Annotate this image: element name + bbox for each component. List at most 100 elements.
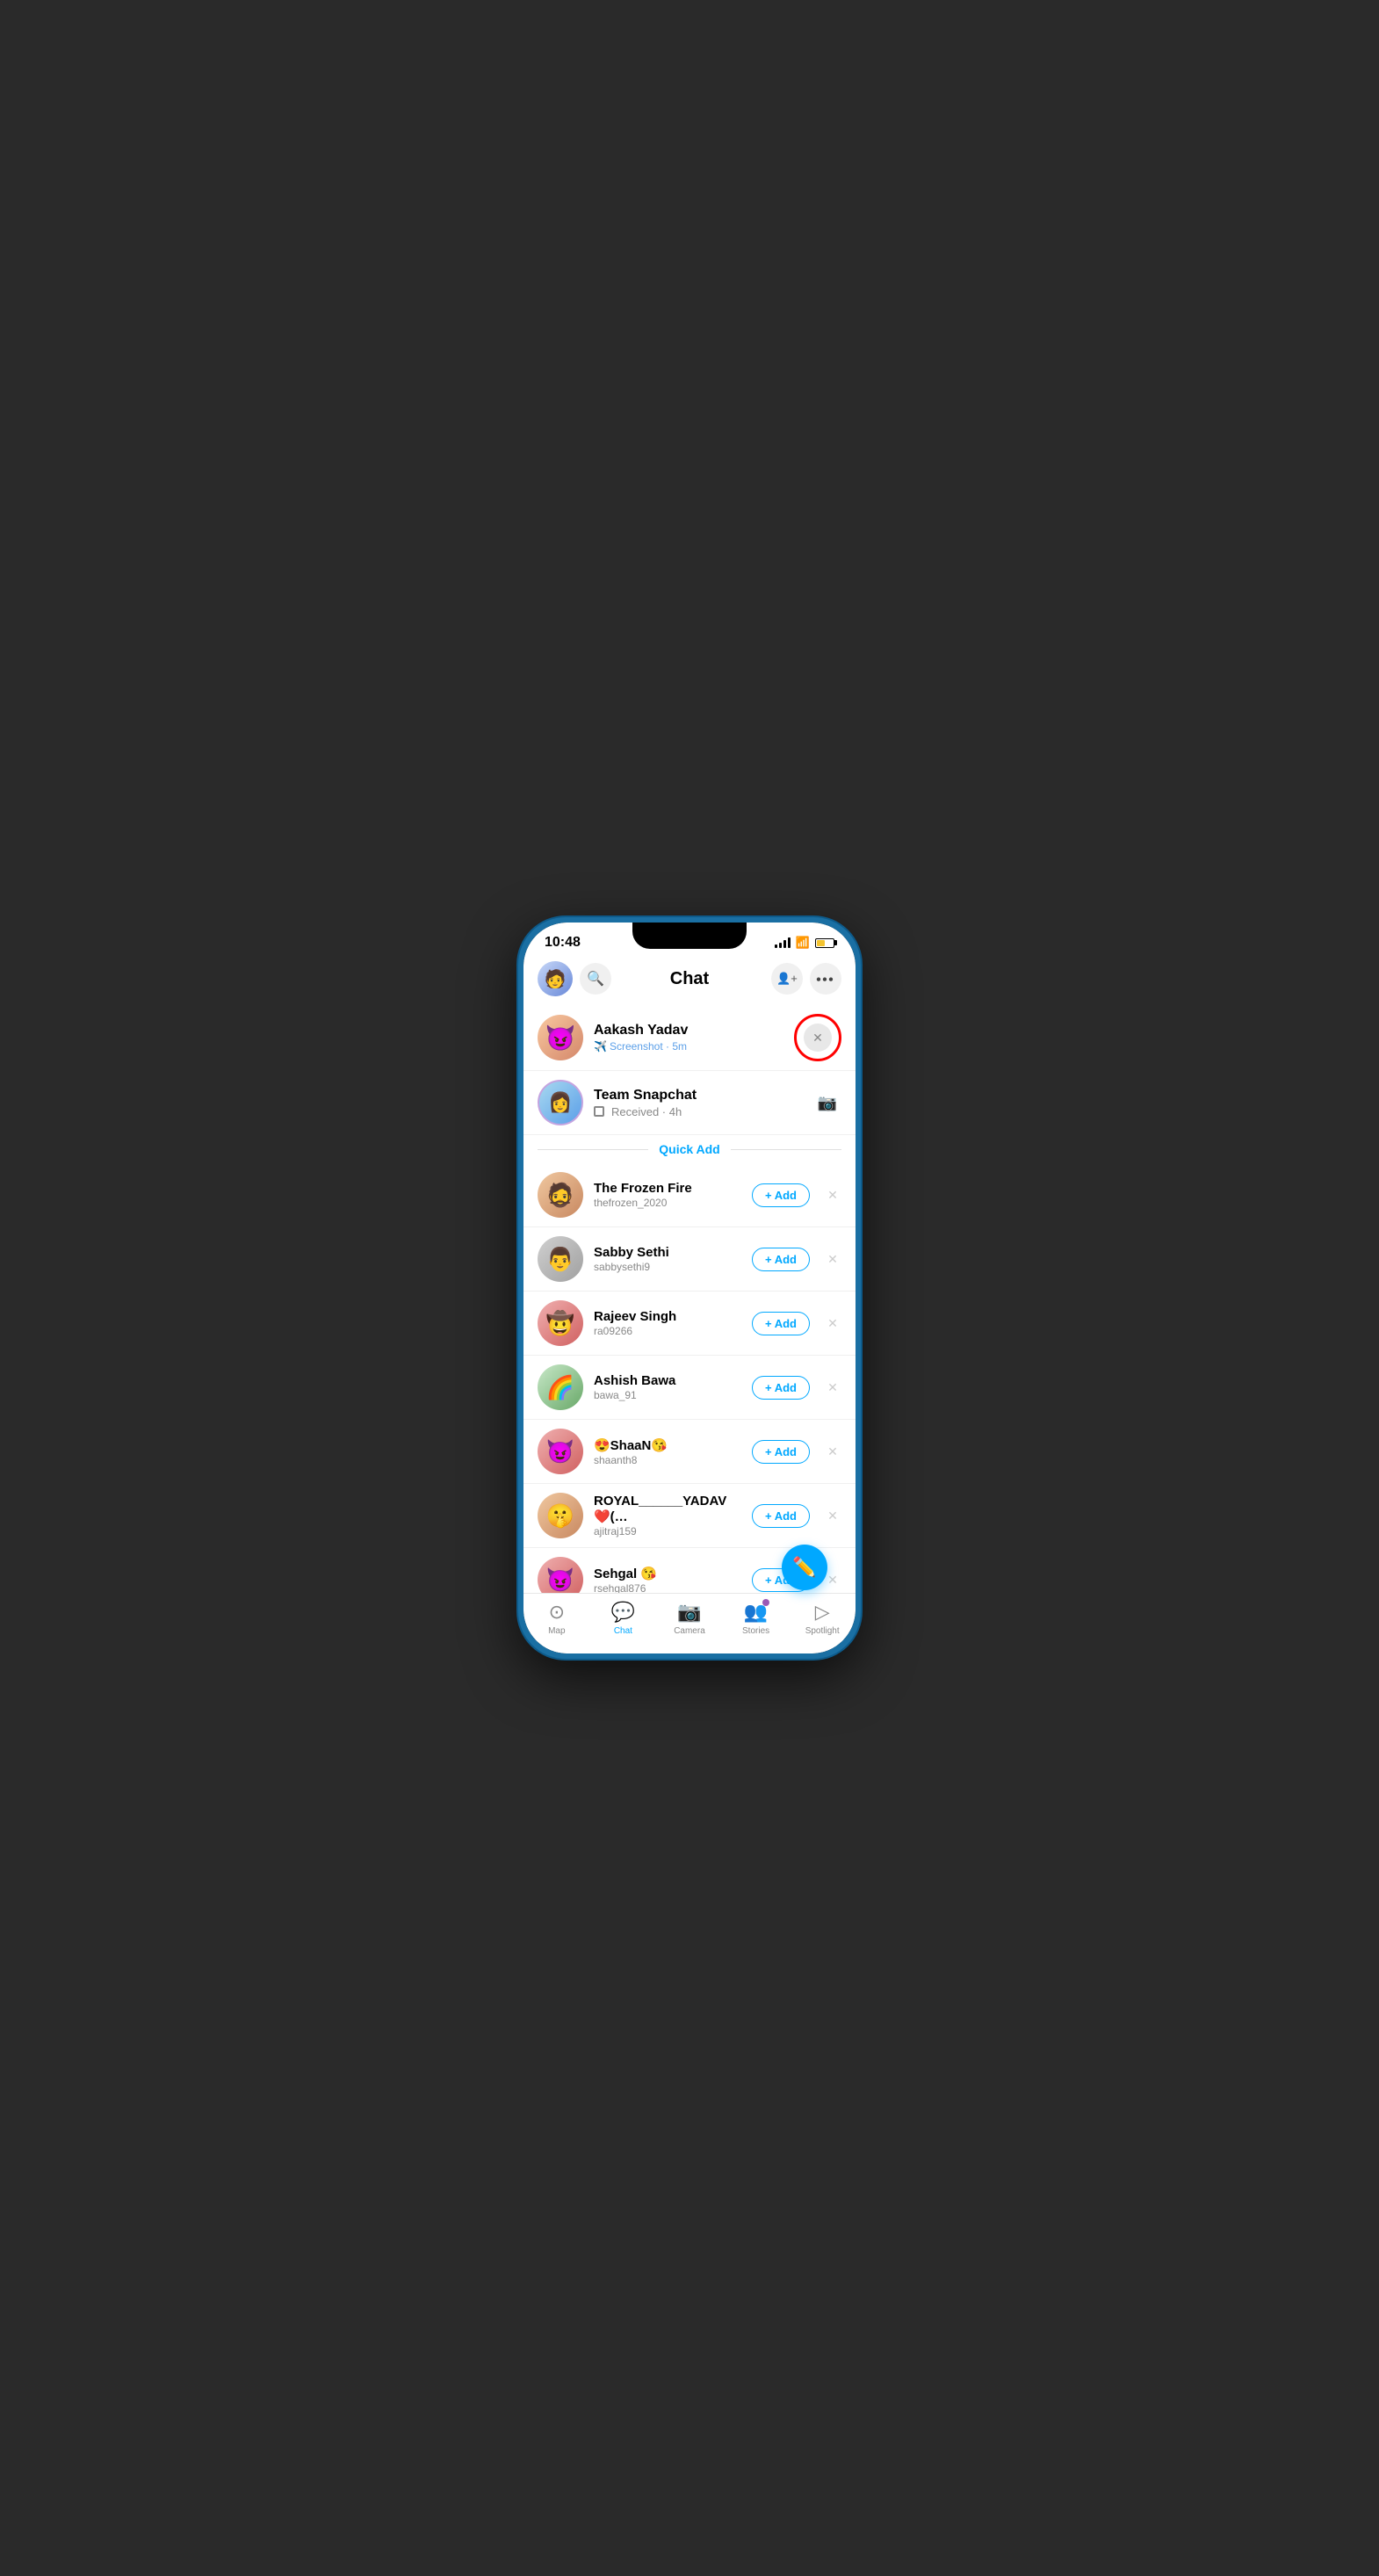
username-shaan: shaanth8 [594,1454,741,1466]
chat-item-team-snapchat[interactable]: 👩 Team Snapchat Received · 4h 📷 [523,1071,856,1135]
dismiss-button-2[interactable]: ✕ [824,1314,841,1332]
chat-info-team-snapchat: Team Snapchat Received · 4h [594,1088,803,1118]
nav-item-map[interactable]: ⊙ Map [523,1601,590,1636]
quick-add-item-2[interactable]: 🤠 Rajeev Singh ra09266 + Add ✕ [523,1292,856,1356]
snap-received-icon [594,1106,604,1117]
compose-icon: ✏️ [792,1556,816,1579]
wifi-icon: 📶 [796,936,810,950]
info-shaan: 😍ShaaN😘 shaanth8 [594,1437,741,1466]
name-sabby-sethi: Sabby Sethi [594,1245,741,1260]
nav-item-chat[interactable]: 💬 Chat [590,1601,657,1636]
add-button-2[interactable]: + Add [752,1312,810,1335]
name-frozen-fire: The Frozen Fire [594,1181,741,1196]
chat-right-team-snapchat: 📷 [813,1089,841,1117]
info-frozen-fire: The Frozen Fire thefrozen_2020 [594,1181,741,1209]
add-button-4[interactable]: + Add [752,1440,810,1464]
username-ashish-bawa: bawa_91 [594,1389,741,1401]
chat-item-aakash[interactable]: 😈 Aakash Yadav ✈️ Screenshot · 5m ✕ [523,1005,856,1071]
info-sabby-sethi: Sabby Sethi sabbysethi9 [594,1245,741,1273]
quick-add-item-5[interactable]: 🤫 ROYAL______YADAV❤️(… ajitraj159 + Add … [523,1484,856,1548]
map-icon: ⊙ [549,1601,565,1624]
name-royal-yadav: ROYAL______YADAV❤️(… [594,1494,741,1524]
quick-add-label: Quick Add [659,1142,720,1156]
add-button-5[interactable]: + Add [752,1504,810,1528]
info-sehgal: Sehgal 😘 rsehgal876 [594,1566,741,1594]
camera-nav-icon: 📷 [677,1601,701,1624]
chat-info-aakash: Aakash Yadav ✈️ Screenshot · 5m [594,1023,783,1053]
avatar-frozen-fire: 🧔 [538,1172,583,1218]
quick-add-item-1[interactable]: 👨 Sabby Sethi sabbysethi9 + Add ✕ [523,1227,856,1292]
spotlight-icon: ▷ [815,1601,830,1624]
camera-icon: 📷 [818,1094,837,1112]
status-icons: 📶 [775,936,834,950]
close-red-circle[interactable]: ✕ [794,1014,841,1061]
add-button-0[interactable]: + Add [752,1183,810,1207]
search-icon: 🔍 [587,970,604,988]
add-button-3[interactable]: + Add [752,1376,810,1400]
header-title: Chat [670,969,709,989]
chat-name-aakash: Aakash Yadav [594,1023,783,1038]
search-button[interactable]: 🔍 [580,963,611,995]
avatar-rajeev-singh: 🤠 [538,1300,583,1346]
chat-name-team-snapchat: Team Snapchat [594,1088,803,1103]
username-royal-yadav: ajitraj159 [594,1525,741,1538]
camera-button[interactable]: 📷 [813,1089,841,1117]
more-icon: ⚫⚫⚫ [817,977,835,981]
dismiss-button-4[interactable]: ✕ [824,1443,841,1460]
quick-add-item-4[interactable]: 😈 😍ShaaN😘 shaanth8 + Add ✕ [523,1420,856,1484]
dismiss-button-3[interactable]: ✕ [824,1378,841,1396]
more-options-button[interactable]: ⚫⚫⚫ [810,963,841,995]
chat-sub-text-team: Received · 4h [611,1105,682,1118]
x-icon: ✕ [812,1031,823,1046]
info-rajeev-singh: Rajeev Singh ra09266 [594,1309,741,1337]
quick-add-header: Quick Add [523,1135,856,1163]
nav-label-camera: Camera [674,1626,705,1636]
nav-label-stories: Stories [742,1626,769,1636]
stories-dot [762,1599,769,1606]
nav-label-chat: Chat [614,1626,632,1636]
nav-label-spotlight: Spotlight [805,1626,840,1636]
quick-add-item-3[interactable]: 🌈 Ashish Bawa bawa_91 + Add ✕ [523,1356,856,1420]
divider-left [538,1149,648,1150]
battery-icon [815,938,834,948]
chat-sub-text-aakash: Screenshot · 5m [610,1040,687,1053]
info-ashish-bawa: Ashish Bawa bawa_91 [594,1373,741,1401]
divider-right [731,1149,841,1150]
avatar[interactable]: 🧑 [538,961,573,996]
bottom-nav: ⊙ Map 💬 Chat 📷 Camera [523,1593,856,1653]
dismiss-button-0[interactable]: ✕ [824,1186,841,1204]
nav-label-map: Map [548,1626,565,1636]
phone-frame: 10:48 📶 🧑 [518,917,861,1659]
name-rajeev-singh: Rajeev Singh [594,1309,741,1324]
status-time: 10:48 [545,935,581,951]
nav-item-stories[interactable]: 👥 Stories [723,1601,790,1636]
chat-right-aakash: ✕ [794,1014,841,1061]
chat-sub-team-snapchat: Received · 4h [594,1105,803,1118]
nav-item-camera[interactable]: 📷 Camera [656,1601,723,1636]
close-inner: ✕ [804,1024,832,1052]
nav-item-spotlight[interactable]: ▷ Spotlight [789,1601,856,1636]
dismiss-button-1[interactable]: ✕ [824,1250,841,1268]
add-friend-icon: 👤+ [776,972,798,986]
chat-sub-aakash: ✈️ Screenshot · 5m [594,1040,783,1053]
avatar-aakash: 😈 [538,1015,583,1060]
quick-add-item-0[interactable]: 🧔 The Frozen Fire thefrozen_2020 + Add ✕ [523,1163,856,1227]
header: 🧑 🔍 Chat 👤+ ⚫⚫⚫ [523,954,856,1005]
header-left: 🧑 🔍 [538,961,611,996]
avatar-ashish-bawa: 🌈 [538,1364,583,1410]
name-shaan: 😍ShaaN😘 [594,1437,741,1453]
name-sehgal: Sehgal 😘 [594,1566,741,1581]
avatar-sehgal: 😈 [538,1557,583,1593]
add-friend-button[interactable]: 👤+ [771,963,803,995]
info-royal-yadav: ROYAL______YADAV❤️(… ajitraj159 [594,1494,741,1538]
header-right: 👤+ ⚫⚫⚫ [771,963,841,995]
chat-icon: 💬 [611,1601,635,1624]
name-ashish-bawa: Ashish Bawa [594,1373,741,1388]
signal-icon [775,937,791,948]
notch [632,923,747,949]
avatar-sabby-sethi: 👨 [538,1236,583,1282]
new-chat-fab[interactable]: ✏️ [782,1545,827,1590]
add-button-1[interactable]: + Add [752,1248,810,1271]
dismiss-button-5[interactable]: ✕ [824,1507,841,1524]
avatar-royal-yadav: 🤫 [538,1493,583,1538]
